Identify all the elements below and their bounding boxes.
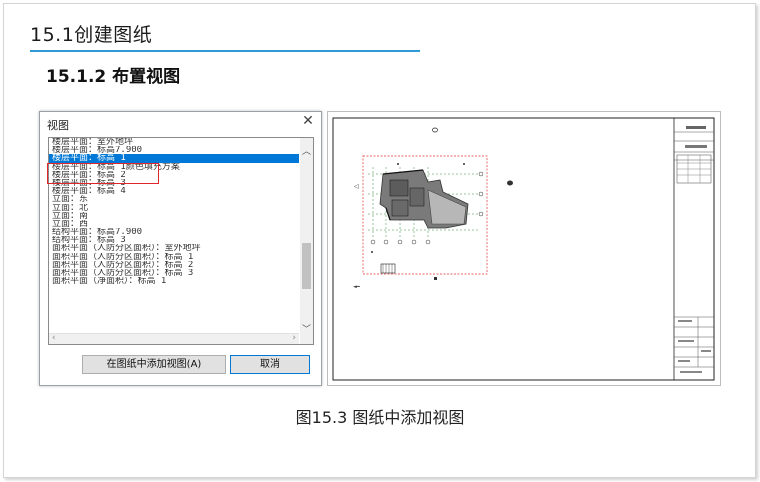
- scroll-right-icon[interactable]: ›: [292, 333, 296, 343]
- scrollbar-thumb[interactable]: [302, 243, 311, 289]
- view-list-item[interactable]: 面积平面（人防分区面积）：标高 3: [49, 269, 299, 277]
- selection-highlight-box: [47, 163, 159, 184]
- floor-plan: [379, 169, 469, 229]
- view-list-item[interactable]: 立面：东: [49, 195, 299, 203]
- view-list-item[interactable]: 面积平面（人防分区面积）：标高 1: [49, 253, 299, 261]
- view-list-item[interactable]: 结构平面：标高7.900: [49, 228, 299, 236]
- view-list-item[interactable]: 楼层平面：室外地坪: [49, 138, 299, 146]
- svg-text:◁: ◁: [354, 183, 359, 190]
- add-view-to-sheet-button[interactable]: 在图纸中添加视图(A): [82, 355, 226, 374]
- view-list-item[interactable]: 立面：西: [49, 220, 299, 228]
- view-list-item[interactable]: 结构平面：标高 3: [49, 236, 299, 244]
- scroll-down-icon[interactable]: ﹀: [300, 324, 313, 336]
- view-list-item[interactable]: 面积平面（人防分区面积）：室外地坪: [49, 244, 299, 252]
- vertical-scrollbar[interactable]: ︿ ﹀: [300, 138, 313, 344]
- section-title: 15.1创建图纸: [30, 24, 153, 46]
- figure-caption: 图15.3 图纸中添加视图: [295, 408, 465, 427]
- view-list-item[interactable]: 立面：北: [49, 204, 299, 212]
- view-list-item[interactable]: 面积平面（人防分区面积）：标高 2: [49, 261, 299, 269]
- scroll-up-icon[interactable]: ︿: [300, 146, 313, 158]
- subsection-title: 15.1.2 布置视图: [46, 67, 181, 87]
- cancel-button[interactable]: 取消: [230, 355, 310, 374]
- view-list: 楼层平面：室外地坪 楼层平面：标高7.900 楼层平面：标高 1 楼层平面：标高 1颜…: [49, 138, 299, 285]
- scroll-left-icon[interactable]: ‹: [52, 333, 56, 343]
- svg-text:◄━: ◄━: [353, 284, 361, 290]
- view-list-item[interactable]: 立面：南: [49, 212, 299, 220]
- close-icon[interactable]: ✕: [301, 114, 315, 128]
- title-block: [673, 118, 714, 380]
- view-list-item[interactable]: 楼层平面：标高7.900: [49, 146, 299, 154]
- horizontal-scrollbar[interactable]: ‹ ›: [49, 333, 299, 344]
- view-list-item[interactable]: 面积平面（净面积）：标高 1: [49, 277, 299, 285]
- sheet-border: [332, 117, 715, 381]
- section-divider: [30, 50, 420, 52]
- view-dialog: 视图 ✕ 楼层平面：室外地坪 楼层平面：标高7.900 楼层平面：标高 1 楼层平面：…: [39, 111, 322, 386]
- dialog-title: 视图: [47, 119, 69, 132]
- view-list-item[interactable]: 楼层平面：标高 4: [49, 187, 299, 195]
- sheet-drawing: ◁ ◄━: [332, 117, 715, 381]
- drawing-sheet-preview: ◁ ◄━: [327, 111, 721, 386]
- view-list-item[interactable]: 楼层平面：标高 1: [49, 154, 299, 163]
